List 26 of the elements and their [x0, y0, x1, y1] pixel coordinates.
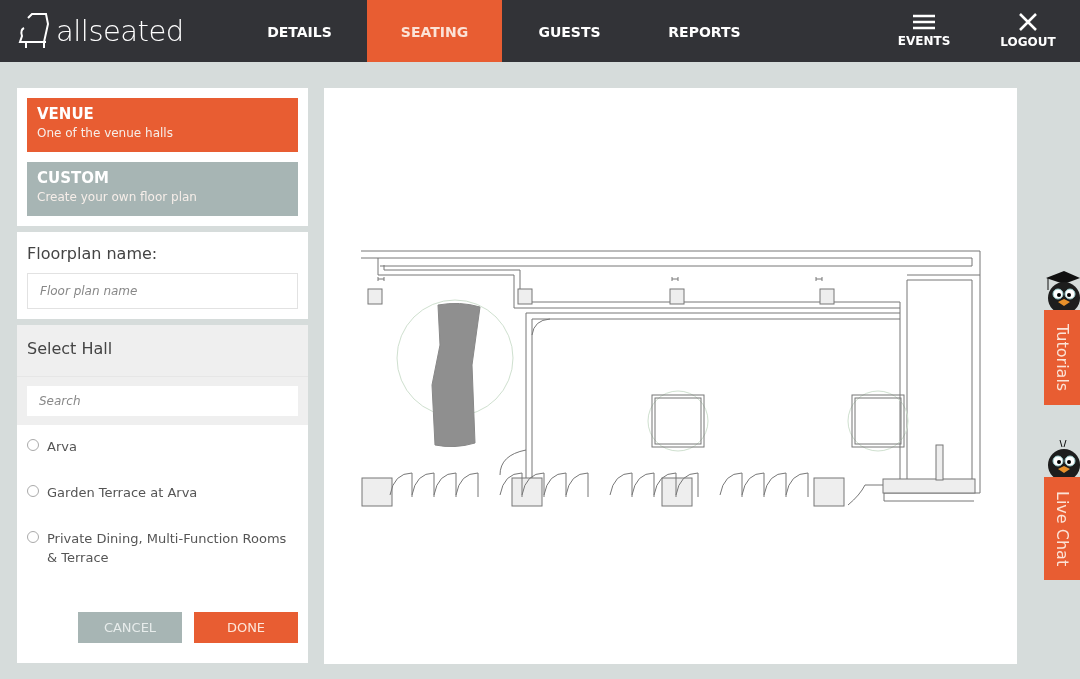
logout-button[interactable]: LOGOUT — [976, 0, 1080, 62]
menu-icon — [913, 14, 935, 30]
hall-name: Arva — [47, 438, 77, 456]
events-button[interactable]: EVENTS — [872, 0, 976, 62]
floorplan-name-label: Floorplan name: — [27, 244, 159, 263]
hall-name: Garden Terrace at Arva — [47, 484, 198, 502]
nav-tab[interactable]: GUESTS — [502, 0, 637, 62]
plan-type-option[interactable]: CUSTOM Create your own floor plan — [27, 162, 298, 216]
done-button[interactable]: DONE — [194, 612, 298, 643]
select-hall-title: Select Hall — [27, 339, 113, 358]
plan-type-option[interactable]: VENUE One of the venue halls — [27, 98, 298, 152]
hall-name: Private Dining, Multi-Function Rooms & Terrace — [47, 530, 288, 567]
nav-tab[interactable]: REPORTS — [637, 0, 772, 62]
cancel-button[interactable]: CANCEL — [78, 612, 182, 643]
nav-tab[interactable]: DETAILS — [232, 0, 367, 62]
floorplan-name-field[interactable]: Floor plan name — [27, 273, 298, 309]
radio-button[interactable] — [27, 485, 39, 497]
side-tab[interactable]: Tutorials — [1044, 310, 1080, 406]
radio-button[interactable] — [27, 531, 39, 543]
search-field[interactable]: Search — [27, 386, 298, 416]
radio-button[interactable] — [27, 439, 39, 451]
chair-logo-icon — [18, 12, 52, 50]
side-tab[interactable]: Live Chat — [1044, 477, 1080, 581]
logo-wordmark: allseated — [56, 14, 184, 48]
close-icon — [1019, 13, 1037, 31]
nav-tab[interactable]: SEATING — [367, 0, 502, 62]
